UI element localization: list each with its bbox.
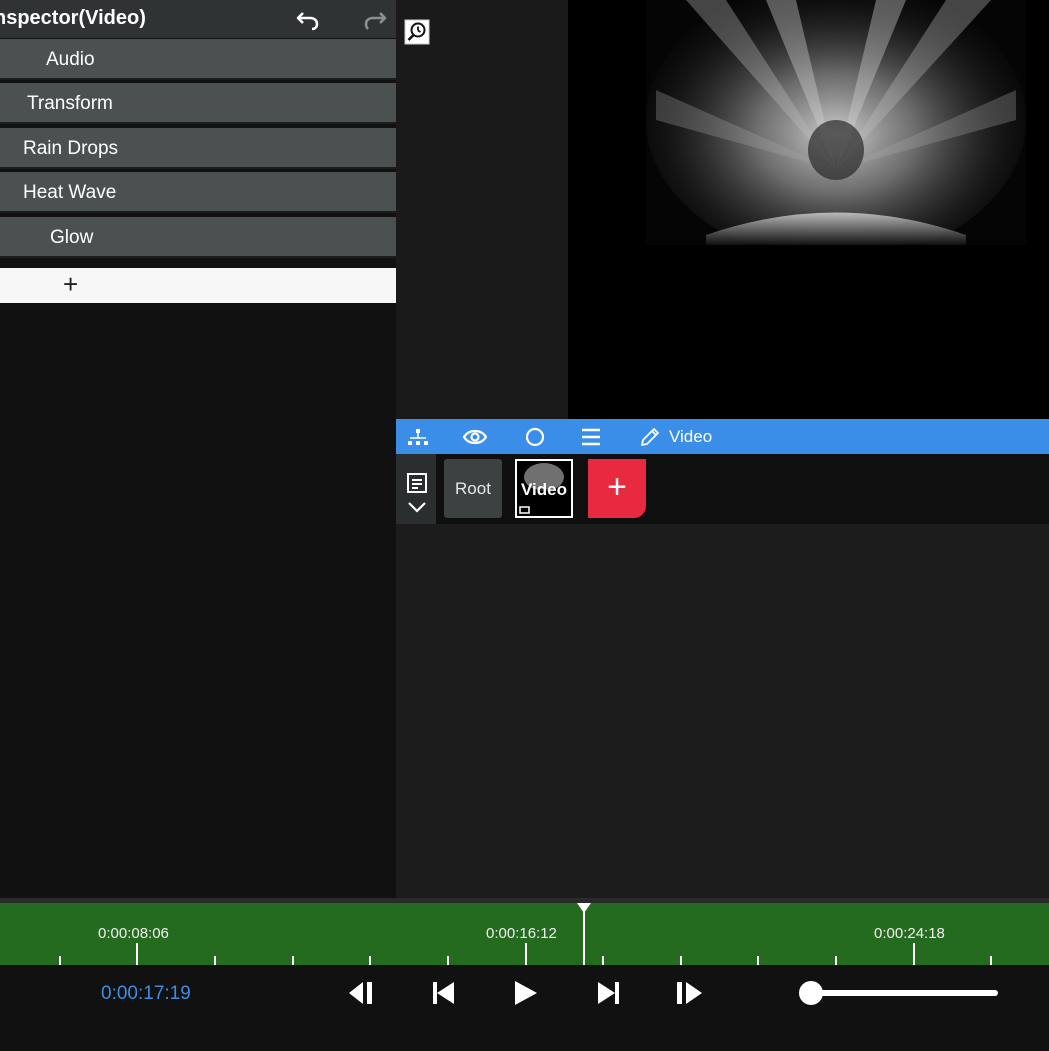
transport-controls: 0:00:17:19 [0, 965, 1049, 1051]
circle-icon[interactable] [523, 425, 547, 449]
major-tick [525, 943, 527, 965]
root-layer-button[interactable]: Root [444, 459, 502, 518]
tick-label: 0:00:16:12 [486, 925, 557, 942]
tick-label: 0:00:24:18 [874, 925, 945, 942]
plus-icon: + [607, 468, 627, 506]
eye-icon[interactable] [462, 425, 488, 449]
minor-tick [59, 956, 61, 965]
hierarchy-icon[interactable] [406, 425, 430, 449]
effect-item-glow[interactable]: Glow [0, 217, 396, 258]
layer-panel-toggle[interactable] [396, 454, 436, 524]
inspector-panel: nspector(Video) Audio Transform Rain Dro… [0, 0, 396, 898]
undo-icon[interactable] [295, 6, 321, 32]
timeline-ruler[interactable]: 0:00:08:06 0:00:16:12 0:00:24:18 [0, 903, 1049, 965]
effect-label: Transform [27, 93, 113, 114]
zoom-preview-icon[interactable] [404, 19, 430, 45]
volume-slider-handle[interactable] [799, 981, 823, 1005]
step-back-icon[interactable] [345, 978, 379, 1008]
video-layer-thumbnail[interactable]: Video [515, 459, 573, 518]
document-icon [407, 473, 427, 493]
effect-item-audio[interactable]: Audio [0, 39, 396, 80]
effect-label: Rain Drops [23, 138, 119, 159]
redo-icon[interactable] [362, 6, 388, 32]
major-tick [913, 943, 915, 965]
minor-tick [214, 956, 216, 965]
menu-icon[interactable] [579, 425, 603, 449]
edit-layer-label[interactable]: Video [669, 427, 712, 447]
inspector-header: nspector(Video) [0, 0, 396, 38]
effect-label: Heat Wave [23, 182, 117, 203]
play-icon[interactable] [509, 978, 543, 1008]
step-forward-icon[interactable] [673, 978, 707, 1008]
minor-tick [757, 956, 759, 965]
preview-area [396, 0, 1049, 419]
layer-strip: Root Video + [396, 454, 1049, 524]
playhead-handle[interactable] [577, 903, 591, 913]
effect-item-transform[interactable]: Transform [0, 83, 396, 124]
add-layer-button[interactable]: + [588, 459, 646, 518]
minor-tick [602, 956, 604, 965]
inspector-title: nspector(Video) [0, 7, 146, 29]
tick-label: 0:00:08:06 [98, 925, 169, 942]
minor-tick [835, 956, 837, 965]
skip-to-start-icon[interactable] [427, 978, 461, 1008]
volume-slider-track[interactable] [812, 990, 998, 996]
effect-item-heat-wave[interactable]: Heat Wave [0, 172, 396, 213]
add-effect-button[interactable]: + [0, 268, 396, 303]
major-tick [136, 943, 138, 965]
minor-tick [369, 956, 371, 965]
pencil-icon[interactable] [638, 425, 662, 449]
minor-tick [990, 956, 992, 965]
effect-label: Glow [50, 227, 94, 248]
minor-tick [447, 956, 449, 965]
video-preview[interactable] [568, 0, 1049, 419]
video-layer-label: Video [521, 480, 567, 499]
layer-workspace [396, 524, 1049, 898]
current-time: 0:00:17:19 [101, 983, 191, 1004]
minor-tick [680, 956, 682, 965]
video-frame-image [646, 0, 1026, 260]
chevron-down-icon [408, 502, 426, 513]
effect-label: Audio [46, 49, 95, 70]
effect-item-rain-drops[interactable]: Rain Drops [0, 128, 396, 169]
skip-to-end-icon[interactable] [591, 978, 625, 1008]
plus-icon: + [63, 269, 79, 299]
layer-toolbar: Video [396, 419, 1049, 454]
root-layer-label: Root [455, 479, 491, 498]
minor-tick [292, 956, 294, 965]
